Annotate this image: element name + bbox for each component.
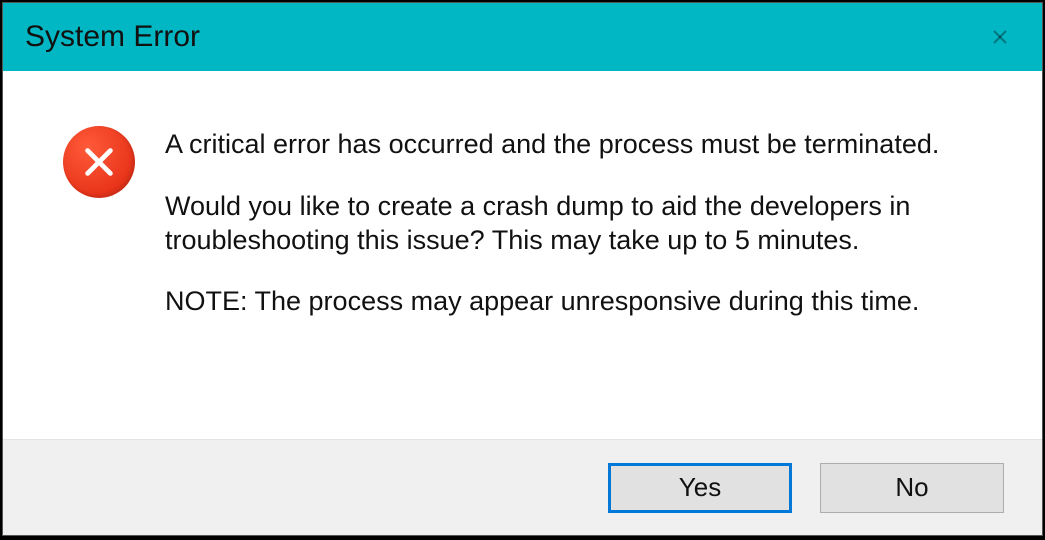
titlebar: System Error (3, 3, 1042, 71)
yes-button[interactable]: Yes (608, 463, 792, 513)
dialog-footer: Yes No (3, 439, 1042, 535)
message-paragraph-1: A critical error has occurred and the pr… (165, 128, 982, 162)
message-paragraph-2: Would you like to create a crash dump to… (165, 190, 982, 258)
close-icon (992, 29, 1008, 45)
error-icon (63, 126, 135, 198)
system-error-dialog: System Error A critical error has occurr… (2, 2, 1043, 536)
dialog-content: A critical error has occurred and the pr… (3, 71, 1042, 439)
icon-container (63, 126, 135, 409)
no-button[interactable]: No (820, 463, 1004, 513)
close-button[interactable] (980, 17, 1020, 57)
window-title: System Error (25, 20, 200, 54)
message-text: A critical error has occurred and the pr… (165, 126, 982, 409)
message-paragraph-3: NOTE: The process may appear unresponsiv… (165, 285, 982, 319)
x-icon (80, 143, 118, 181)
